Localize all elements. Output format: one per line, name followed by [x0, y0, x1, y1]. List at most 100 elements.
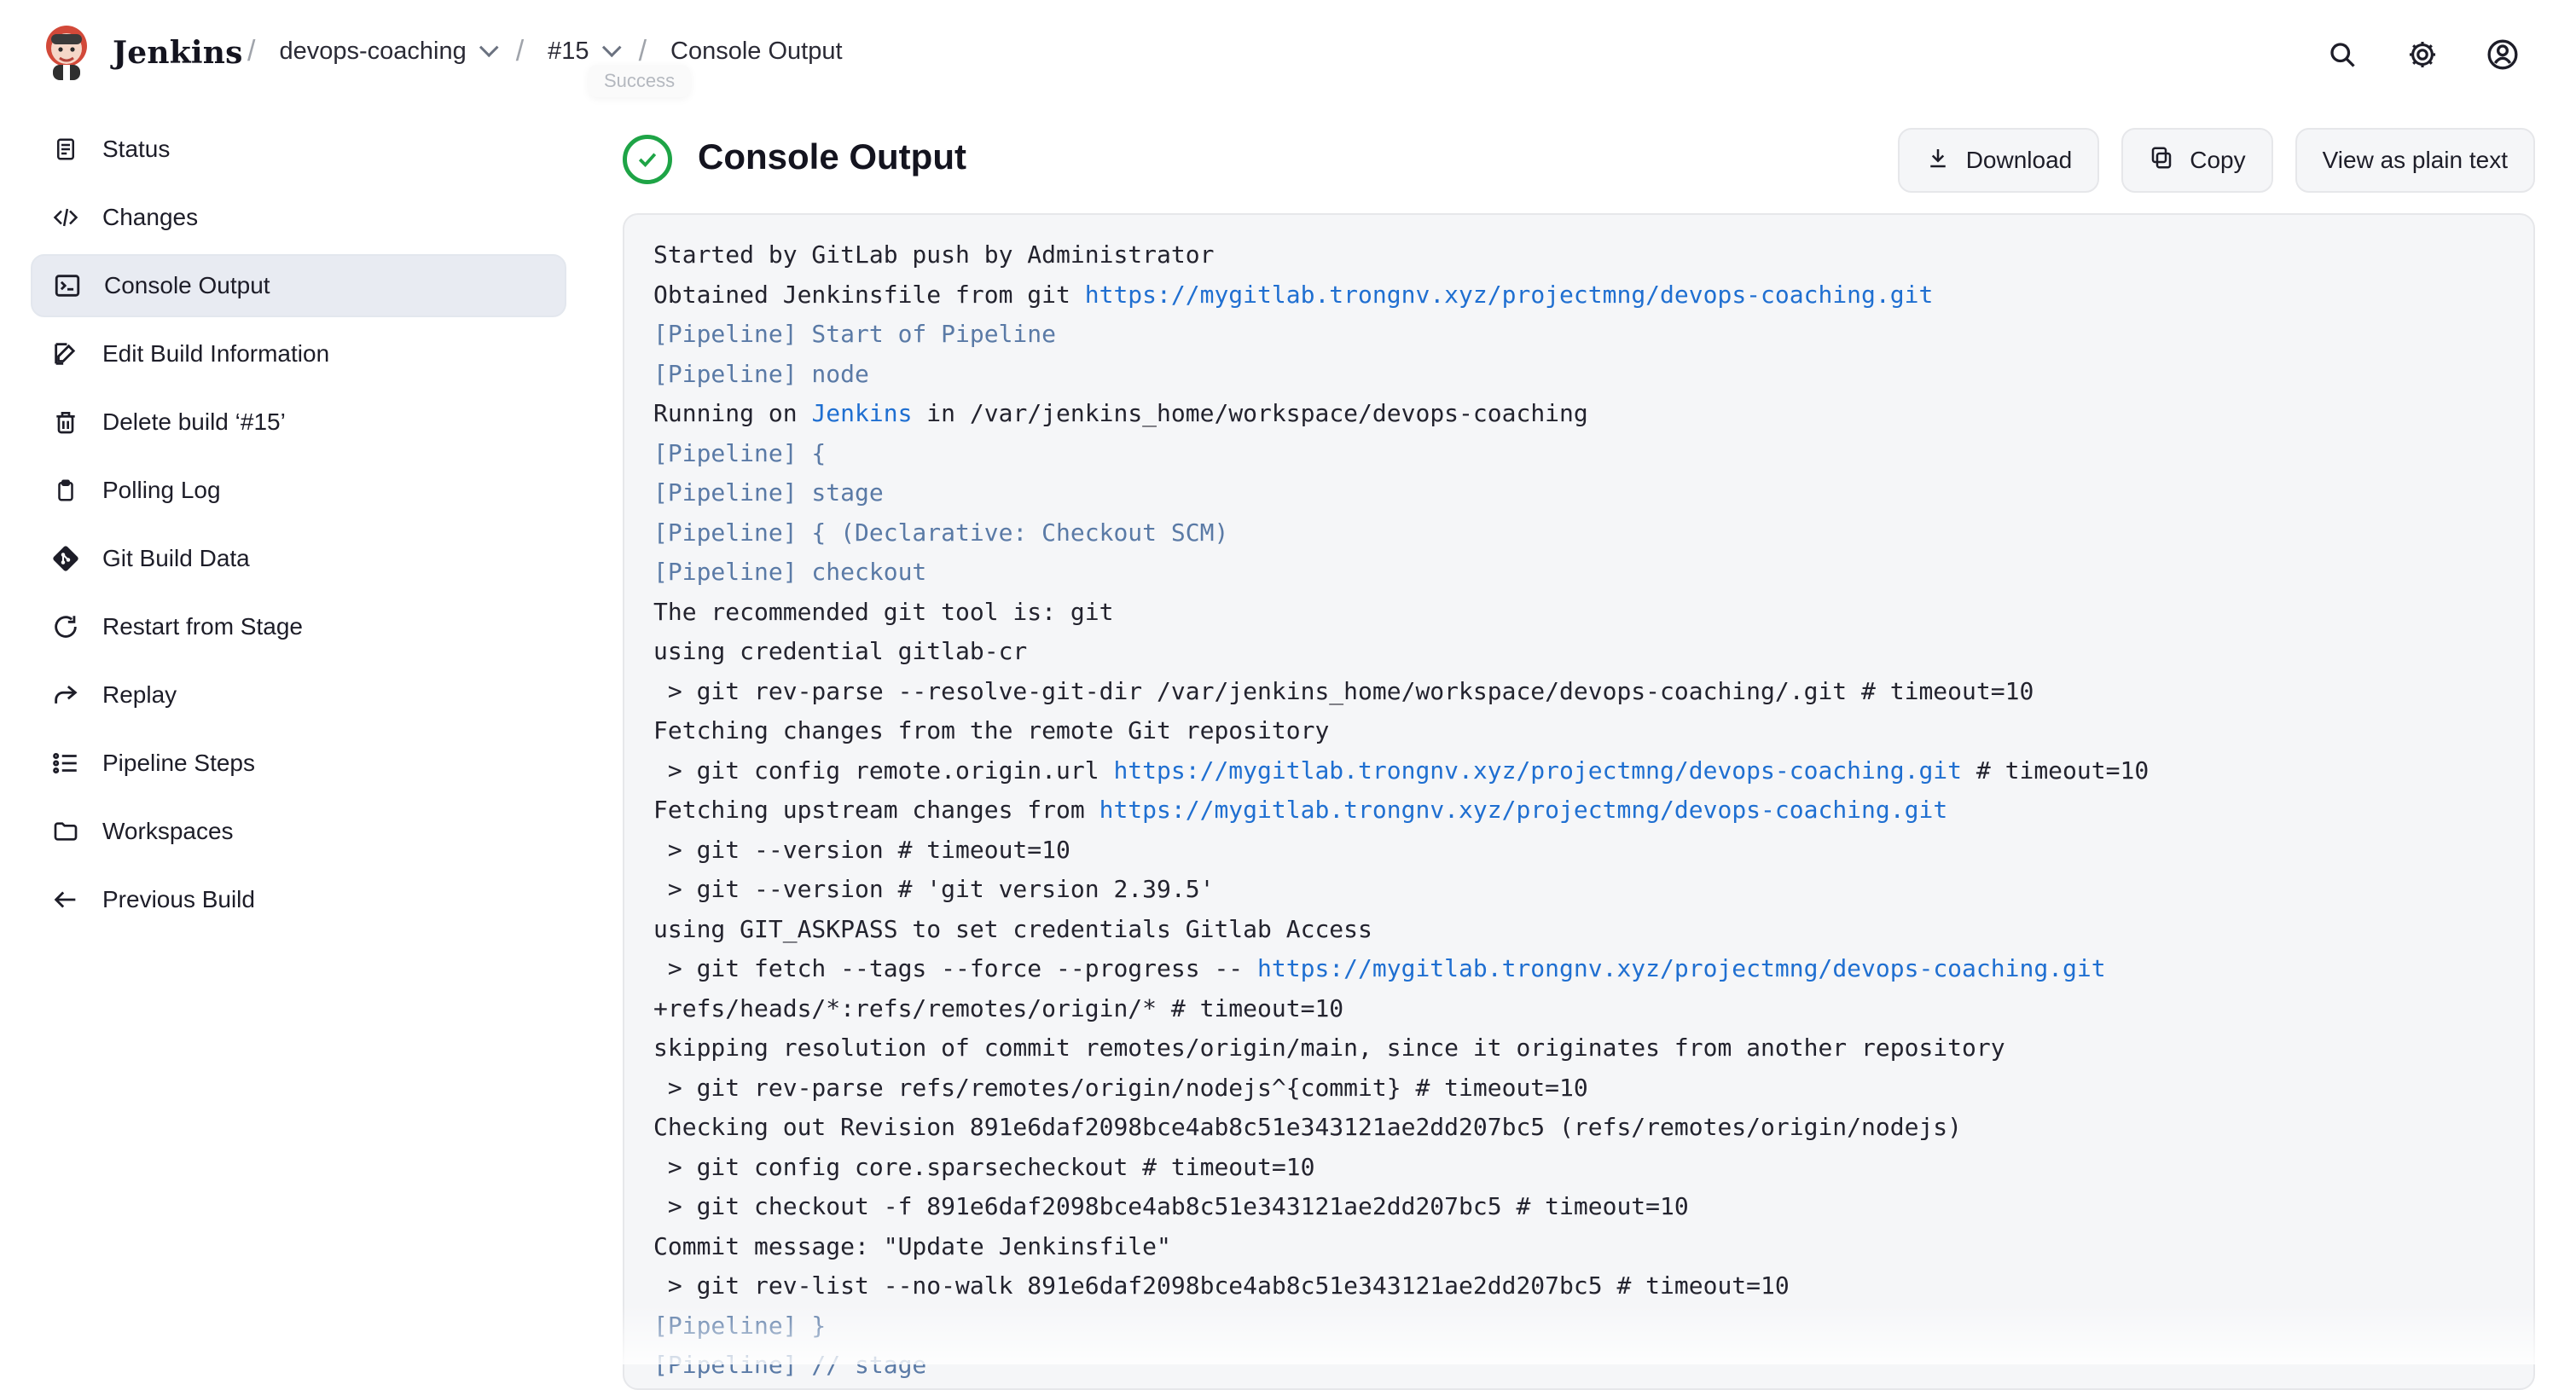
console-text: Started by GitLab push by Administrator: [653, 240, 1215, 269]
console-line: +refs/heads/*:refs/remotes/origin/* # ti…: [653, 989, 2504, 1029]
console-text: > git --version # 'git version 2.39.5': [653, 875, 1215, 903]
console-line: > git rev-parse --resolve-git-dir /var/j…: [653, 672, 2504, 712]
folder-icon: [49, 815, 82, 848]
pipeline-step-text: [Pipeline] stage: [653, 478, 884, 507]
console-text: Commit message: "Update Jenkinsfile": [653, 1231, 1171, 1260]
code-icon: [49, 201, 82, 234]
sidebar-item-restart-from-stage[interactable]: Restart from Stage: [31, 595, 566, 658]
console-line: The recommended git tool is: git: [653, 593, 2504, 633]
sidebar-item-label: Edit Build Information: [102, 340, 330, 367]
console-output-panel[interactable]: Started by GitLab push by Administrator O…: [623, 213, 2535, 1390]
console-line: > git config remote.origin.url https://m…: [653, 751, 2504, 791]
search-icon[interactable]: [2325, 38, 2359, 72]
sidebar-item-label: Restart from Stage: [102, 613, 303, 640]
sidebar-item-workspaces[interactable]: Workspaces: [31, 800, 566, 863]
breadcrumb-page[interactable]: Console Output: [670, 38, 843, 66]
console-text: Obtained Jenkinsfile from git: [653, 280, 1085, 309]
header-actions: [2325, 38, 2520, 72]
terminal-icon: [51, 269, 84, 302]
page-title: Console Output: [698, 136, 966, 177]
console-text: using GIT_ASKPASS to set credentials Git…: [653, 914, 1372, 943]
console-line: > git fetch --tags --force --progress --…: [653, 949, 2504, 989]
sidebar-item-pipeline-steps[interactable]: Pipeline Steps: [31, 732, 566, 795]
console-line: > git --version # timeout=10: [653, 831, 2504, 871]
console-text: > git rev-parse --resolve-git-dir /var/j…: [653, 676, 2034, 705]
download-button[interactable]: Download: [1897, 128, 2100, 193]
console-line: > git rev-list --no-walk 891e6daf2098bce…: [653, 1266, 2504, 1306]
breadcrumb: / devops-coaching / #15 / Console Output: [247, 37, 843, 66]
console-text: > git --version # timeout=10: [653, 835, 1070, 864]
console-line: Obtained Jenkinsfile from git https://my…: [653, 275, 2504, 316]
copy-icon: [2149, 145, 2174, 177]
sidebar-item-label: Console Output: [104, 272, 270, 298]
sidebar-item-label: Status: [102, 136, 171, 162]
edit-icon: [49, 338, 82, 370]
sidebar-item-label: Replay: [102, 681, 177, 708]
sidebar-item-changes[interactable]: Changes: [31, 186, 566, 249]
console-line: [Pipeline] {: [653, 434, 2504, 474]
console-line: Checking out Revision 891e6daf2098bce4ab…: [653, 1108, 2504, 1148]
copy-button[interactable]: Copy: [2121, 128, 2273, 193]
console-line: Fetching changes from the remote Git rep…: [653, 711, 2504, 751]
console-link[interactable]: Jenkins: [811, 399, 912, 427]
console-line: > git config core.sparsecheckout # timeo…: [653, 1148, 2504, 1188]
console-line: Fetching upstream changes from https://m…: [653, 791, 2504, 831]
breadcrumb-separator: /: [515, 35, 525, 67]
console-line: [Pipeline] // stage: [653, 1346, 2504, 1386]
console-text: Fetching upstream changes from: [653, 796, 1099, 824]
replay-icon: [49, 679, 82, 711]
console-line: Commit message: "Update Jenkinsfile": [653, 1227, 2504, 1267]
console-line: > git checkout -f 891e6daf2098bce4ab8c51…: [653, 1187, 2504, 1227]
sidebar-item-replay[interactable]: Replay: [31, 663, 566, 727]
view-plain-text-button[interactable]: View as plain text: [2295, 128, 2535, 193]
brand-name: Jenkins: [113, 35, 243, 71]
sidebar-item-edit-build-information[interactable]: Edit Build Information: [31, 322, 566, 385]
console-text: > git config remote.origin.url: [653, 756, 1114, 785]
console-link[interactable]: https://mygitlab.trongnv.xyz/projectmng/…: [1085, 281, 1934, 309]
pipeline-step-text: [Pipeline] // stage: [653, 1351, 927, 1379]
console-link[interactable]: https://mygitlab.trongnv.xyz/projectmng/…: [1113, 756, 1962, 785]
sidebar-item-label: Git Build Data: [102, 545, 250, 571]
chevron-down-icon[interactable]: [601, 38, 622, 58]
pipeline-step-text: [Pipeline] { (Declarative: Checkout SCM): [653, 518, 1229, 547]
breadcrumb-build[interactable]: #15: [548, 37, 622, 66]
sidebar-item-previous-build[interactable]: Previous Build: [31, 868, 566, 931]
jenkins-logo-icon: [39, 20, 94, 85]
pipeline-step-text: [Pipeline] node: [653, 359, 869, 388]
breadcrumb-build-label: #15: [548, 37, 589, 65]
sidebar-item-label: Polling Log: [102, 477, 221, 503]
console-link[interactable]: https://mygitlab.trongnv.xyz/projectmng/…: [1257, 954, 2106, 982]
breadcrumb-separator: /: [638, 35, 647, 67]
document-icon: [49, 133, 82, 165]
console-text: > git rev-list --no-walk 891e6daf2098bce…: [653, 1271, 1790, 1300]
console-text: # timeout=10: [1962, 756, 2150, 785]
view-plain-text-label: View as plain text: [2322, 147, 2508, 173]
top-bar: Jenkins / devops-coaching / #15 / Consol…: [0, 0, 2576, 111]
chevron-down-icon[interactable]: [479, 38, 499, 58]
pipeline-step-text: [Pipeline] }: [653, 1311, 827, 1340]
breadcrumb-project-label: devops-coaching: [279, 37, 467, 65]
build-status-tooltip: Success: [589, 65, 691, 97]
clipboard-icon: [49, 474, 82, 507]
console-text: Checking out Revision 891e6daf2098bce4ab…: [653, 1113, 1963, 1141]
sidebar-item-status[interactable]: Status: [31, 118, 566, 181]
user-icon[interactable]: [2486, 38, 2520, 72]
console-line: skipping resolution of commit remotes/or…: [653, 1028, 2504, 1069]
pipeline-step-text: [Pipeline] {: [653, 438, 827, 467]
brand[interactable]: Jenkins: [39, 20, 243, 85]
console-link[interactable]: https://mygitlab.trongnv.xyz/projectmng/…: [1099, 796, 1948, 824]
console-text: skipping resolution of commit remotes/or…: [653, 1034, 2005, 1062]
breadcrumb-project[interactable]: devops-coaching: [279, 37, 499, 66]
console-text: > git fetch --tags --force --progress --: [653, 954, 1258, 982]
console-line: using GIT_ASKPASS to set credentials Git…: [653, 910, 2504, 950]
sidebar-item-polling-log[interactable]: Polling Log: [31, 459, 566, 522]
console-text: in /var/jenkins_home/workspace/devops-co…: [912, 399, 1588, 427]
sidebar-item-git-build-data[interactable]: Git Build Data: [31, 527, 566, 590]
sidebar-item-delete-build[interactable]: Delete build ‘#15’: [31, 391, 566, 454]
sidebar-item-console-output[interactable]: Console Output: [31, 254, 566, 317]
pipeline-step-text: [Pipeline] checkout: [653, 558, 927, 586]
main-content: Console Output Download Copy View as pla…: [623, 111, 2535, 1390]
console-line: > git rev-parse refs/remotes/origin/node…: [653, 1069, 2504, 1109]
console-text: using credential gitlab-cr: [653, 637, 1028, 665]
gear-icon[interactable]: [2405, 38, 2440, 72]
